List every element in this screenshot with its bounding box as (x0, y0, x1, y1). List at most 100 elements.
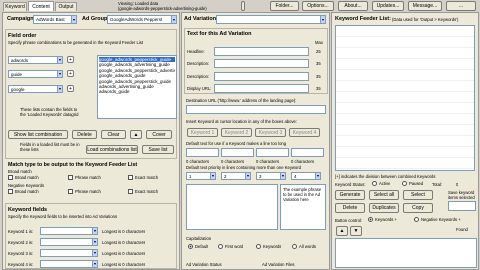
keywords-plus-radio[interactable]: Keywords + (368, 217, 397, 222)
cap-first-word-radio[interactable]: First word (218, 244, 243, 249)
insert-keyword-1-button[interactable]: Keyword 1 (187, 128, 218, 137)
options-button[interactable]: Options... (302, 1, 334, 11)
destination-url-field[interactable] (186, 105, 326, 114)
active-radio[interactable]: Active (372, 181, 390, 186)
default-text-field-4[interactable] (291, 148, 324, 157)
description1-field[interactable] (214, 59, 309, 68)
found-list[interactable] (335, 238, 477, 268)
feeder-list[interactable] (335, 25, 475, 171)
preview-area-left (186, 184, 278, 230)
combination-list[interactable]: google_adwords_pepperstick_guide google_… (97, 55, 177, 119)
feeder-list-item[interactable] (336, 70, 474, 81)
headline-field[interactable] (214, 47, 309, 56)
neg-broad-checkbox[interactable]: Broad match (8, 189, 39, 194)
radio-icon (368, 217, 373, 222)
insert-keyword-4-button[interactable]: Keyword 4 (289, 128, 320, 137)
display-url-field[interactable] (214, 84, 309, 93)
add-field-button-3[interactable]: + (67, 85, 74, 92)
priority-select-4[interactable]: 4 ▼ (291, 172, 321, 180)
default-text-field-3[interactable] (256, 148, 289, 157)
duplicates-button[interactable]: Duplicates (369, 203, 399, 213)
tab-output[interactable]: Output (55, 2, 77, 11)
field-select-3[interactable]: google ▼ (8, 85, 63, 93)
cap-default-radio[interactable]: Default (188, 244, 208, 249)
delete-combination-button[interactable]: Delete (72, 130, 97, 139)
neg-phrase-checkbox[interactable]: Phrase match (68, 189, 101, 194)
select-button[interactable]: Select (403, 190, 433, 200)
tab-keyword[interactable]: Keyword (3, 2, 27, 11)
load-combinations-button[interactable]: Load combinations list (86, 145, 138, 154)
keyword-1-select[interactable]: ▼ (40, 227, 98, 235)
tab-content[interactable]: Content (28, 1, 54, 11)
add-field-button-2[interactable]: + (67, 70, 74, 77)
feeder-list-item[interactable] (336, 125, 474, 136)
field-select-1[interactable]: adwords ▼ (8, 56, 63, 64)
radio-icon (188, 244, 193, 249)
feeder-list-item[interactable] (336, 26, 474, 37)
feeder-list-item[interactable] (336, 92, 474, 103)
radio-icon (414, 217, 419, 222)
up-arrow-button[interactable]: ▲ (130, 130, 142, 139)
cap-keywords-radio[interactable]: Keywords (256, 244, 281, 249)
show-list-combination-button[interactable]: Show list combination (8, 130, 68, 139)
folder-button[interactable]: Folder... (270, 1, 299, 11)
priority-select-2[interactable]: 2 ▼ (221, 172, 251, 180)
priority-select-3[interactable]: 3 ▼ (256, 172, 286, 180)
keyword-2-note: Longest is 0 characters (102, 240, 146, 245)
add-field-button-1[interactable]: + (67, 56, 74, 63)
description2-field[interactable] (214, 72, 309, 81)
feeder-list-item[interactable] (336, 158, 474, 169)
feeder-list-item[interactable] (336, 147, 474, 158)
feeder-list-item[interactable] (336, 37, 474, 48)
insert-keyword-2-button[interactable]: Keyword 2 (221, 128, 252, 137)
scroll-left-button[interactable] (241, 1, 245, 11)
cover-button[interactable]: Cover (146, 130, 172, 139)
campaign-select[interactable]: AdWords Bast ▼ (33, 15, 77, 24)
copy-button[interactable]: Copy (403, 203, 433, 213)
ad-variation-label: Ad Variation: (184, 16, 218, 22)
select-all-button[interactable]: Select all (369, 190, 399, 200)
phrase-match-checkbox[interactable]: Phrase match (68, 175, 101, 180)
exact-match-checkbox[interactable]: Exact match (128, 175, 158, 180)
keyword-2-select[interactable]: ▼ (40, 238, 98, 246)
feeder-list-item[interactable] (336, 103, 474, 114)
priority-select-1[interactable]: 1 ▼ (186, 172, 216, 180)
ad-variation-files-label: Ad Variation Files (262, 262, 295, 267)
broad-match-checkbox[interactable]: Broad match (8, 175, 39, 180)
description2-label: Description: (187, 74, 210, 79)
more-button[interactable]: ... (446, 1, 476, 11)
char-count-1: 0 characters (186, 159, 210, 164)
cap-all-words-radio[interactable]: All words (292, 244, 316, 249)
clear-button[interactable]: Clear (101, 130, 126, 139)
field-select-2[interactable]: guide ▼ (8, 70, 63, 78)
feeder-list-item[interactable] (336, 59, 474, 70)
delete-button[interactable]: Delete (335, 203, 365, 213)
move-down-button[interactable]: ▼ (350, 226, 362, 236)
neg-exact-checkbox[interactable]: Exact match (128, 189, 158, 194)
keyword-3-select[interactable]: ▼ (40, 249, 98, 257)
paused-radio[interactable]: Paused (402, 181, 423, 186)
feeder-list-item[interactable] (336, 81, 474, 92)
message-button[interactable]: Message... (408, 1, 442, 11)
updates-button[interactable]: Updates... (372, 1, 404, 11)
adgroup-select[interactable]: GoogleAdWords Pepperst ▼ (107, 15, 177, 24)
checkbox-icon (68, 189, 73, 194)
insert-keyword-3-button[interactable]: Keyword 3 (255, 128, 286, 137)
feeder-list-item[interactable] (336, 114, 474, 125)
ad-variation-select[interactable]: ▼ (216, 15, 326, 24)
default-text-field-1[interactable] (186, 148, 219, 157)
keyword-4-select[interactable]: ▼ (40, 260, 98, 268)
feeder-list-item[interactable] (336, 136, 474, 147)
save-selected-field[interactable] (448, 201, 476, 211)
generate-button[interactable]: Generate (335, 190, 365, 200)
keyword-2-label: Keyword 2 is: (8, 240, 34, 245)
radio-icon (402, 181, 407, 186)
list-item[interactable]: adwords_guide (99, 89, 175, 94)
about-button[interactable]: About... (338, 1, 368, 11)
feeder-list-item[interactable] (336, 48, 474, 59)
move-up-button[interactable]: ▲ (336, 226, 348, 236)
default-text-field-2[interactable] (221, 148, 254, 157)
negative-plus-radio[interactable]: Negative Keywords + (414, 217, 461, 222)
save-list-button[interactable]: Save list (142, 145, 174, 154)
headline-max: 25 (316, 49, 321, 54)
